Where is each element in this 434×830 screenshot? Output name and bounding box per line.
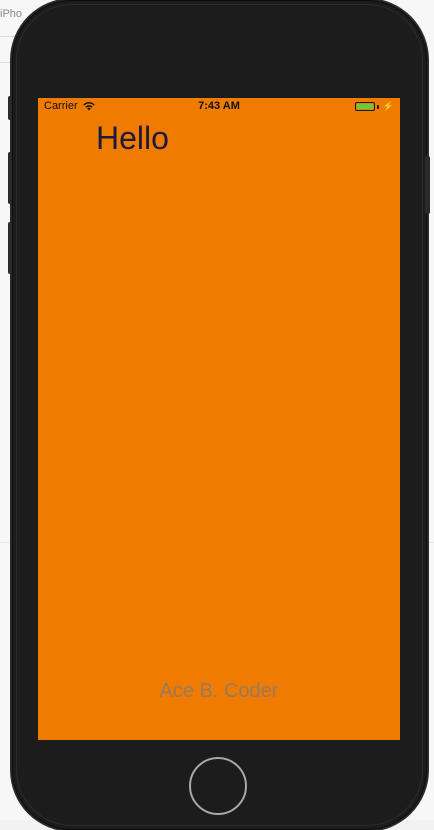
home-button-icon[interactable] [189, 757, 247, 815]
charging-bolt-icon: ⚡ [382, 101, 394, 111]
app-screen: Carrier 7:43 AM ⚡ Hello Ace B. Coder [38, 98, 400, 740]
battery-tip [376, 104, 379, 109]
battery-level-fill [356, 104, 373, 109]
backdrop-tab-label: iPho [0, 8, 23, 20]
volume-up-button[interactable] [8, 152, 12, 204]
hello-label: Hello [96, 120, 169, 156]
author-label: Ace B. Coder [159, 680, 279, 702]
mute-switch[interactable] [8, 96, 12, 120]
battery-icon [354, 102, 375, 111]
status-bar: Carrier 7:43 AM ⚡ [38, 98, 400, 116]
status-time: 7:43 AM [198, 100, 240, 112]
battery-indicator: ⚡ [354, 101, 394, 112]
power-button[interactable] [425, 156, 430, 214]
volume-down-button[interactable] [8, 222, 12, 274]
